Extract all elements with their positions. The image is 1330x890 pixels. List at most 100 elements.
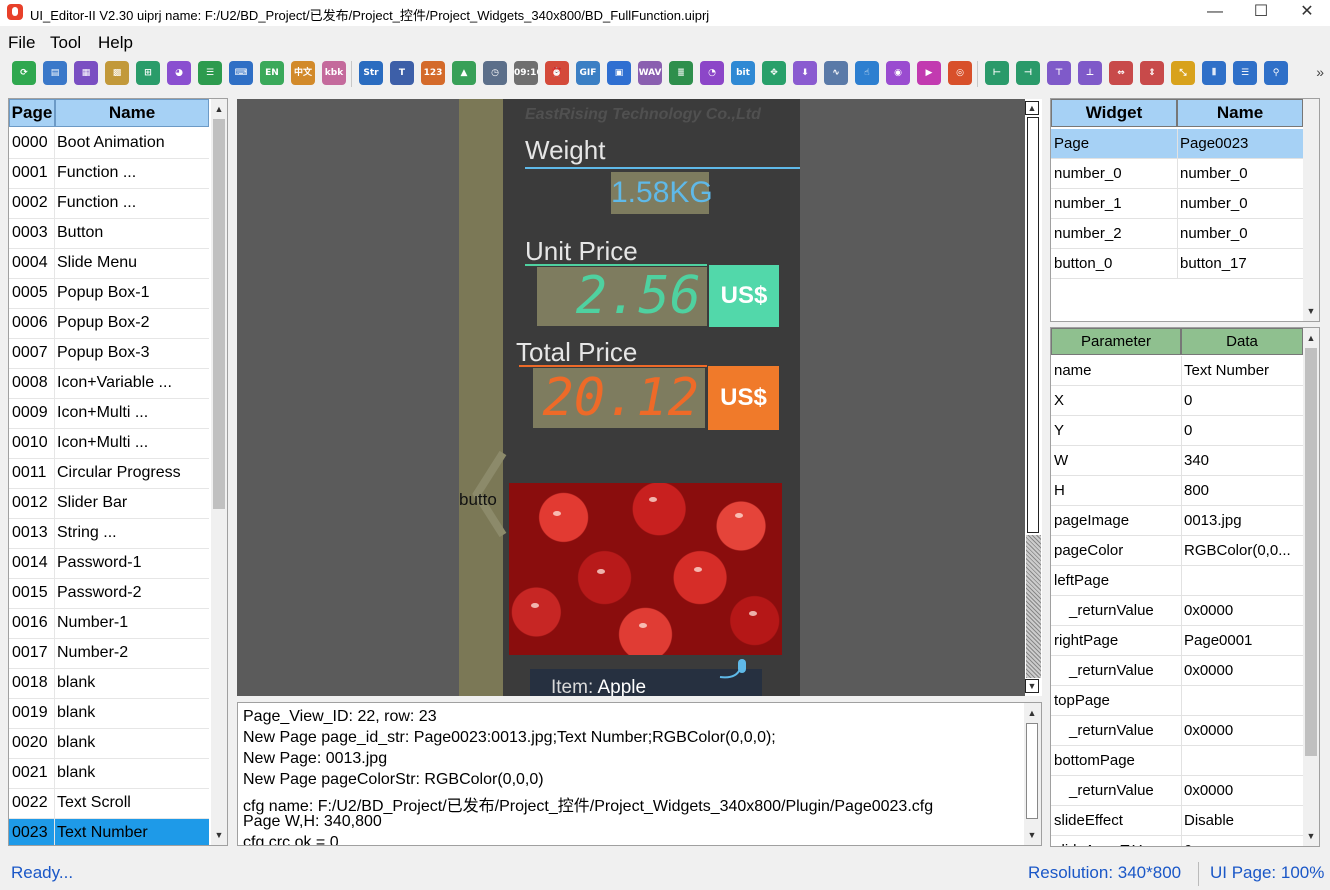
parameter-scrollbar[interactable]: ▲ ▼ (1303, 328, 1319, 846)
page-list-row[interactable]: 0012 Slider Bar (9, 489, 209, 519)
align-bottom-icon[interactable]: ⊥ (1078, 61, 1102, 85)
string-icon[interactable]: Str (359, 61, 383, 85)
parameter-value[interactable]: 0 (1184, 392, 1192, 409)
page-list-row[interactable]: 0017 Number-2 (9, 639, 209, 669)
refresh-icon[interactable]: ⟳ (12, 61, 36, 85)
page-list-scrollbar[interactable]: ▲ ▼ (211, 99, 227, 845)
network-icon[interactable]: ⊞ (136, 61, 160, 85)
parameter-row[interactable]: Y0 (1051, 416, 1303, 446)
unit-price-value[interactable]: 2.56 (537, 267, 707, 326)
button-label[interactable]: butto (459, 490, 497, 510)
device-preview[interactable]: EastRising Technology Co.,Ltd Weight 1.5… (459, 99, 800, 696)
page-list-row[interactable]: 0019 blank (9, 699, 209, 729)
parameter-value[interactable]: 0x0000 (1184, 662, 1233, 679)
scroll-down-arrow-icon[interactable]: ▼ (211, 827, 227, 843)
wav-icon[interactable]: WAV (638, 61, 662, 85)
progress-circle-icon[interactable]: ◔ (700, 61, 724, 85)
minimize-button[interactable]: — (1192, 0, 1238, 26)
slide-menu-icon[interactable]: ✥ (762, 61, 786, 85)
parameter-row[interactable]: rightPage Page0001 (1051, 626, 1303, 656)
page-list-row[interactable]: 0022 Text Scroll (9, 789, 209, 819)
weight-value[interactable]: 1.58KG (611, 172, 713, 214)
log-scroll-up-icon[interactable]: ▲ (1024, 705, 1040, 721)
parameter-value[interactable]: Page0001 (1184, 632, 1252, 649)
center-horizontal-icon[interactable]: ⇔ (1109, 61, 1133, 85)
parameter-row[interactable]: slideEffect Disable (1051, 806, 1303, 836)
parameter-row[interactable]: pageColor RGBColor(0,0... (1051, 536, 1303, 566)
parameter-row[interactable]: W 340 (1051, 446, 1303, 476)
total-price-value[interactable]: 20.12 (533, 368, 705, 428)
space-vertical-icon[interactable]: ☰ (1233, 61, 1257, 85)
log-scroll-down-icon[interactable]: ▼ (1024, 827, 1040, 843)
parameter-value[interactable]: Disable (1184, 812, 1234, 829)
record-icon[interactable]: ◎ (948, 61, 972, 85)
page-list-row[interactable]: 0018 blank (9, 669, 209, 699)
space-horizontal-icon[interactable]: ⫴ (1202, 61, 1226, 85)
keyboard-kbk-icon[interactable]: kbk (322, 61, 346, 85)
parameter-row[interactable]: H 800 (1051, 476, 1303, 506)
data-column-header[interactable]: Data (1181, 328, 1303, 355)
list-icon[interactable]: ≣ (669, 61, 693, 85)
parameter-row[interactable]: _returnValue 0x0000 (1051, 656, 1303, 686)
scroll-up-arrow-icon[interactable]: ▲ (211, 101, 227, 117)
page-list-row[interactable]: 0023 Text Number (9, 819, 209, 845)
page-list-row[interactable]: 0002 Function ... (9, 189, 209, 219)
menu-file[interactable]: File (8, 33, 35, 53)
page-list-row[interactable]: 0004 Slide Menu (9, 249, 209, 279)
page-list-row[interactable]: 0020 blank (9, 729, 209, 759)
page-list-row[interactable]: 0014 Password-1 (9, 549, 209, 579)
log-scrollbar[interactable]: ▲ ▼ (1024, 703, 1041, 845)
form-icon[interactable]: ▦ (74, 61, 98, 85)
item-label-box[interactable]: Item: Apple (530, 659, 762, 696)
page-list-row[interactable]: 0001 Function ... (9, 159, 209, 189)
parameter-row[interactable]: X0 (1051, 386, 1303, 416)
page-list-row[interactable]: 0016 Number-1 (9, 609, 209, 639)
canvas-scrollbar-thumb[interactable] (1027, 117, 1039, 533)
page-list-row[interactable]: 0008 Icon+Variable ... (9, 369, 209, 399)
menu-tool[interactable]: Tool (50, 33, 81, 53)
circle-palette-icon[interactable]: ◕ (167, 61, 191, 85)
widget-list-scrollbar[interactable]: ▼ (1303, 99, 1319, 321)
image-number-icon[interactable]: ▲ (452, 61, 476, 85)
widget-name-column-header[interactable]: Name (1177, 99, 1303, 127)
parameter-value[interactable]: 0x0000 (1184, 602, 1233, 619)
page-list-row[interactable]: 0009 Icon+Multi ... (9, 399, 209, 429)
touch-icon[interactable]: ☝ (855, 61, 879, 85)
video-icon[interactable]: ▶ (917, 61, 941, 85)
page-list-row[interactable]: 0000 Boot Animation (9, 129, 209, 159)
param-scrollbar-thumb[interactable] (1305, 348, 1317, 756)
toolbar-overflow-icon[interactable]: » (1316, 64, 1324, 80)
zoom-icon[interactable]: ⚲ (1264, 61, 1288, 85)
parameter-value[interactable]: RGBColor(0,0... (1184, 542, 1291, 559)
widget-row[interactable]: number_0 number_0 (1051, 159, 1303, 189)
bitmap-icon[interactable]: bit (731, 61, 755, 85)
canvas-scroll-up-icon[interactable]: ▲ (1025, 101, 1039, 115)
align-top-icon[interactable]: ⊤ (1047, 61, 1071, 85)
parameter-value[interactable]: 0x0000 (1184, 722, 1233, 739)
widget-row[interactable]: number_2 number_0 (1051, 219, 1303, 249)
page-column-header[interactable]: Page (9, 99, 55, 127)
parameter-value[interactable]: 340 (1184, 452, 1209, 469)
parameter-value[interactable]: 0x0000 (1184, 782, 1233, 799)
scrollbar-thumb[interactable] (213, 119, 225, 509)
parameter-value[interactable]: Text Number (1184, 362, 1269, 379)
parameter-value[interactable]: 0013.jpg (1184, 512, 1242, 529)
name-column-header[interactable]: Name (55, 99, 209, 127)
text-icon[interactable]: T (390, 61, 414, 85)
page-list-row[interactable]: 0010 Icon+Multi ... (9, 429, 209, 459)
grid-icon[interactable]: ▩ (105, 61, 129, 85)
log-output[interactable]: ▲ ▼ Page_View_ID: 22, row: 23 New Page pa… (237, 702, 1042, 846)
parameter-value[interactable]: 0 (1184, 422, 1192, 439)
maximize-button[interactable]: ☐ (1238, 0, 1284, 26)
number-icon[interactable]: 123 (421, 61, 445, 85)
align-left-icon[interactable]: ⊢ (985, 61, 1009, 85)
parameter-row[interactable]: pageImage 0013.jpg (1051, 506, 1303, 536)
parameter-row[interactable]: leftPage (1051, 566, 1303, 596)
page-list-row[interactable]: 0005 Popup Box-1 (9, 279, 209, 309)
page-list-row[interactable]: 0011 Circular Progress (9, 459, 209, 489)
canvas-scroll-down-icon[interactable]: ▼ (1025, 679, 1039, 693)
menu-help[interactable]: Help (98, 33, 133, 53)
page-canvas[interactable]: EastRising Technology Co.,Ltd Weight 1.5… (237, 99, 1025, 696)
parameter-row[interactable]: topPage (1051, 686, 1303, 716)
parameter-row[interactable]: _returnValue 0x0000 (1051, 716, 1303, 746)
